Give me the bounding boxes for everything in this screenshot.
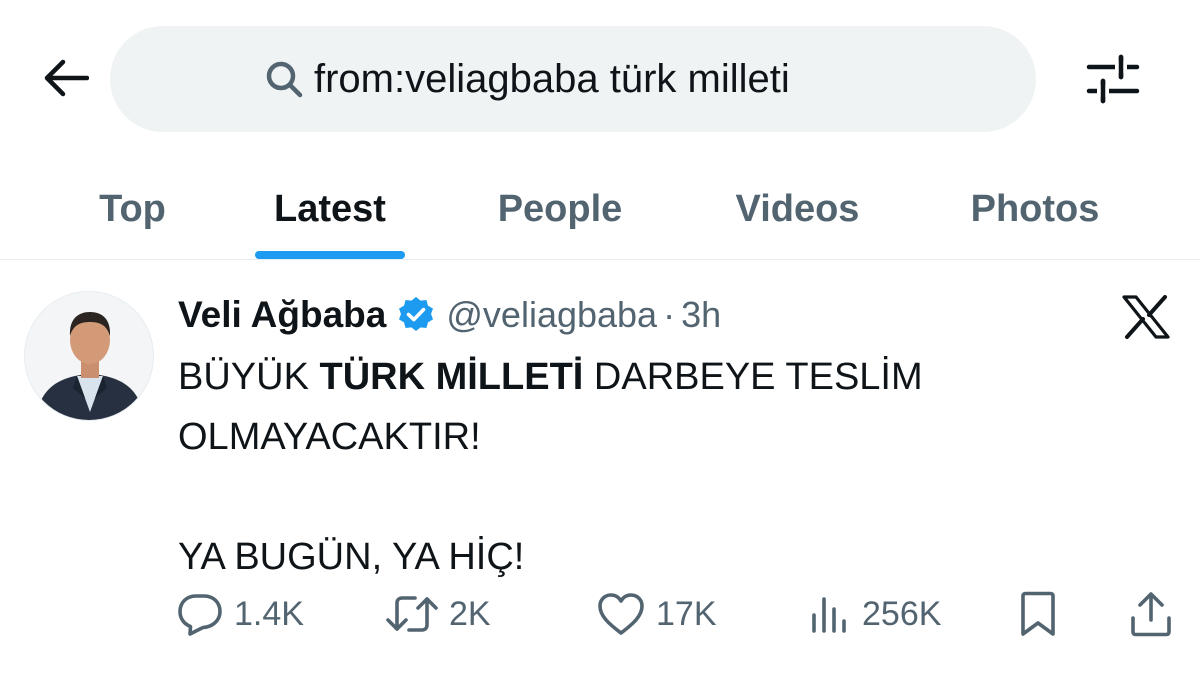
heart-icon (598, 593, 644, 635)
search-filter-button[interactable] (1082, 50, 1144, 108)
search-icon (262, 57, 306, 101)
views-icon (812, 597, 846, 633)
search-header (0, 0, 1200, 150)
tweet-text-line-1: BÜYÜK TÜRK MİLLETİ DARBEYE TESLİM (178, 347, 1078, 407)
search-input[interactable] (314, 56, 884, 102)
meta-separator: · (663, 294, 676, 335)
tab-photos[interactable]: Photos (945, 160, 1125, 259)
views-count: 256K (862, 594, 942, 633)
views-button[interactable]: 256K (808, 586, 941, 642)
search-tabs: Top Latest People Videos Photos (0, 160, 1200, 260)
tweet-text-span: DARBEYE TESLİM (583, 356, 923, 398)
tweet-actions: 1.4K 2K 17K 256K (0, 586, 1200, 642)
arrow-left-icon (44, 59, 89, 97)
avatar[interactable] (24, 291, 154, 421)
repost-count: 2K (449, 594, 491, 633)
like-count: 17K (656, 594, 717, 633)
tab-top[interactable]: Top (60, 160, 205, 259)
like-button[interactable]: 17K (596, 586, 717, 642)
tweet-text-span: BÜYÜK (178, 356, 320, 398)
repost-icon (386, 596, 438, 632)
reply-button[interactable]: 1.4K (176, 586, 304, 642)
back-button[interactable] (36, 52, 94, 104)
active-tab-indicator (255, 251, 405, 259)
share-icon (1131, 592, 1171, 637)
author-handle[interactable]: @veliagbaba (446, 294, 657, 336)
tab-people[interactable]: People (470, 160, 650, 259)
sliders-icon (1086, 54, 1140, 104)
tweet-text: BÜYÜK TÜRK MİLLETİ DARBEYE TESLİM OLMAYA… (178, 347, 1078, 587)
tweet-header: Veli Ağbaba @veliagbaba · 3h (178, 291, 721, 339)
avatar-photo (25, 292, 153, 420)
bookmark-icon (1021, 591, 1055, 636)
tweet-text-line-3: YA BUGÜN, YA HİÇ! (178, 536, 525, 578)
tweet-timestamp[interactable]: 3h (681, 294, 721, 336)
tab-videos[interactable]: Videos (705, 160, 890, 259)
tab-latest[interactable]: Latest (250, 160, 410, 259)
repost-button[interactable]: 2K (385, 586, 491, 642)
tweet-text-blank (178, 467, 1078, 527)
x-logo-icon (1122, 295, 1170, 339)
reply-icon (178, 594, 222, 636)
tab-latest-label: Latest (274, 188, 386, 230)
search-bar[interactable] (110, 26, 1036, 132)
tweet-text-line-2: OLMAYACAKTIR! (178, 416, 481, 458)
author-name[interactable]: Veli Ağbaba (178, 294, 386, 336)
tweet-text-highlight: TÜRK MİLLETİ (319, 356, 584, 398)
verified-badge-icon (396, 295, 436, 335)
tweet[interactable]: Veli Ağbaba @veliagbaba · 3h BÜYÜK TÜRK … (0, 261, 1200, 685)
reply-count: 1.4K (234, 594, 304, 633)
bookmark-button[interactable] (1016, 586, 1060, 642)
share-button[interactable] (1128, 586, 1174, 642)
